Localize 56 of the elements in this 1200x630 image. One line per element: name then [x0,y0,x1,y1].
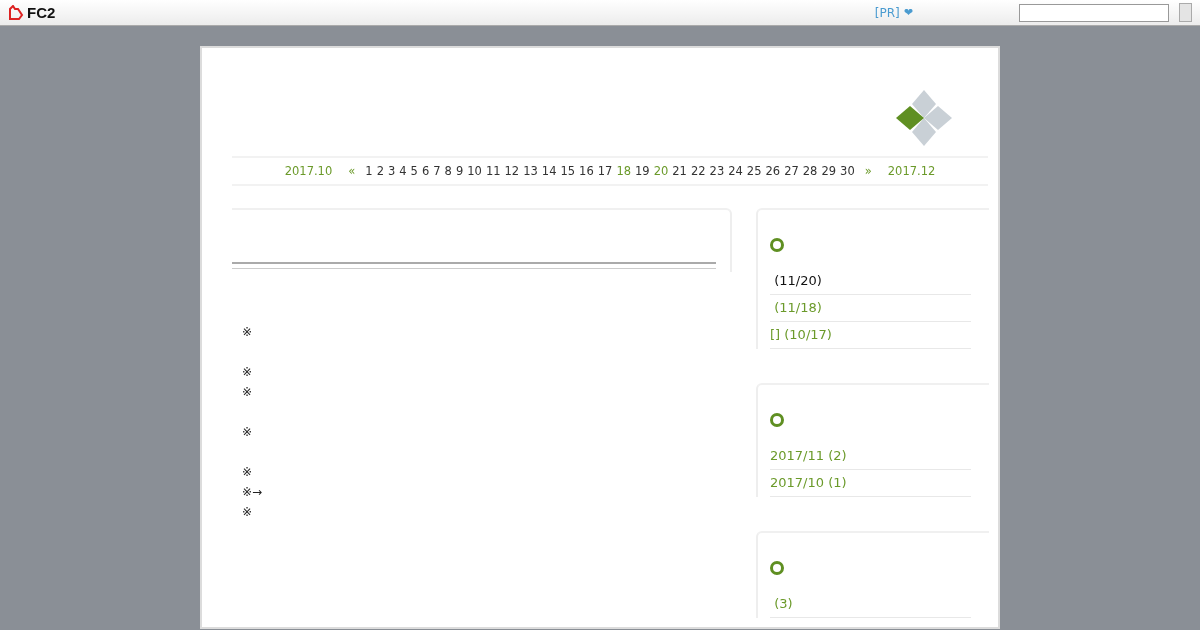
calendar-day: 10 [467,164,482,178]
calendar-day: 9 [455,164,464,178]
calendar-day: 3 [387,164,396,178]
calendar-day: 27 [784,164,799,178]
search-button[interactable] [1179,3,1192,22]
calendar-day: 21 [672,164,687,178]
calendar-day: 25 [746,164,762,178]
calendar-day: 24 [728,164,743,178]
calendar-day: 26 [765,164,781,178]
sidebar-link[interactable]: (11/18) [770,295,971,322]
ring-icon [770,238,784,252]
calendar-day: 17 [597,164,613,178]
calendar-day: 15 [560,164,576,178]
calendar-day: 1 [365,164,373,178]
calendar-day: 11 [485,164,501,178]
pr-link[interactable]: [PR] [874,5,900,20]
sidebar-link[interactable]: [] (10/17) [770,322,971,349]
calendar-day: 23 [709,164,725,178]
calendar-day: 5 [410,164,418,178]
heart-icon: ❤ [903,6,913,19]
note-text: ※ [241,424,254,441]
note-text: ※ [241,384,254,401]
leaf-logo-icon [894,88,954,148]
note-text: ※ [241,464,254,481]
sidebar-link[interactable]: (11/20) [770,268,971,295]
calendar-day: 2 [376,164,384,178]
calendar-day: 12 [504,164,520,178]
calendar-day: 19 [635,164,650,178]
ring-icon [770,561,784,575]
sidebar-link[interactable]: (3) [770,591,971,618]
calendar-day: 7 [433,164,441,178]
calendar-day: 30 [840,164,855,178]
sidebar-link[interactable]: 2017/11 (2) [770,443,971,470]
next-month-link[interactable]: 2017.12 [887,164,936,178]
search-field[interactable] [1019,3,1169,22]
calendar-day: 22 [690,164,706,178]
calendar-day: 29 [821,164,837,178]
calendar-day[interactable]: 20 [653,164,669,178]
note-text: ※→ [241,484,264,501]
note-text: ※ [241,504,254,521]
sidebar-link[interactable]: 2017/10 (1) [770,470,971,497]
next-arrow-link[interactable]: » [864,164,872,178]
previous-arrow-link[interactable]: « [348,164,356,178]
calendar-day: 13 [523,164,538,178]
brand-name: FC2 [27,4,56,21]
calendar-day: 14 [541,164,557,178]
note-text: ※ [241,364,254,381]
ring-icon [770,413,784,427]
calendar-day: 8 [444,164,452,178]
note-text: ※ [241,324,254,341]
calendar-day: 4 [399,164,407,178]
calendar-day[interactable]: 18 [616,164,631,178]
calendar-day: 28 [802,164,818,178]
calendar-day: 16 [579,164,594,178]
previous-month-link[interactable]: 2017.10 [284,164,333,178]
calendar-day: 6 [421,164,430,178]
